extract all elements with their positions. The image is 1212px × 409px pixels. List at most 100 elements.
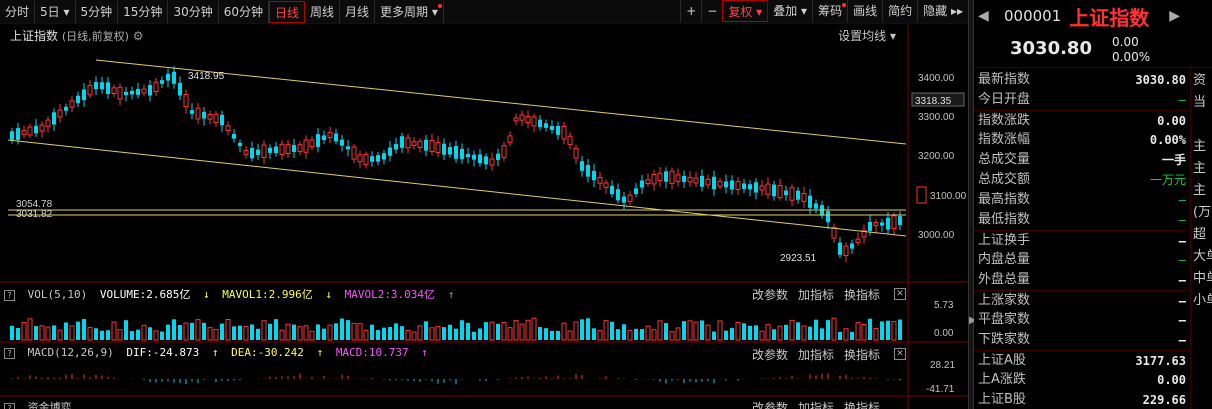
volume-bar (346, 320, 350, 340)
volume-bar (489, 321, 495, 341)
volume-bar (195, 319, 201, 341)
side-label: 主 (1193, 183, 1207, 198)
help-icon[interactable]: ? (4, 290, 15, 301)
candle-body (808, 195, 812, 208)
volume-bar (394, 323, 398, 340)
candle-body (16, 128, 20, 140)
volume-bar (100, 330, 104, 340)
switch-indicator-button[interactable]: 换指标 (844, 399, 880, 409)
volume-bar (442, 327, 446, 340)
price-tick: 3000.00 (918, 230, 955, 241)
help-icon[interactable]: ? (4, 348, 15, 359)
side-label: 当 (1193, 95, 1207, 110)
zoom-in-button[interactable]: + (680, 0, 701, 22)
add-indicator-button[interactable]: 加指标 (798, 286, 834, 303)
candle-body (316, 134, 320, 147)
candle-body (801, 192, 807, 202)
candle-body (724, 181, 728, 188)
draw-line-button[interactable]: 画线 (847, 0, 882, 22)
volume-bar (645, 325, 651, 341)
price-tick: 3400.00 (918, 73, 955, 84)
candle-body (340, 139, 344, 146)
prev-arrow-icon[interactable]: ◀ (978, 8, 998, 24)
quote-row-label: 最高指数 (978, 192, 1031, 207)
add-indicator-button[interactable]: 加指标 (798, 399, 834, 409)
volume-bar (466, 322, 470, 340)
quote-row-label: 平盘家数 (978, 312, 1031, 327)
more-periods-menu[interactable]: 更多周期 ▾ (375, 0, 444, 23)
quote-row: 最高指数 — (974, 190, 1190, 210)
period-tab-15min[interactable]: 15分钟 (118, 0, 169, 23)
volume-bar (700, 320, 704, 340)
hide-button[interactable]: 隐藏 ▸▸ (917, 0, 968, 22)
switch-indicator-button[interactable]: 换指标 (844, 286, 880, 303)
quote-row-value: — (1178, 313, 1186, 327)
price-tick: 3300.00 (918, 112, 955, 123)
period-tab-monthly[interactable]: 月线 (340, 0, 376, 23)
volume-bar (268, 323, 272, 340)
volume-bar (610, 321, 614, 340)
period-tab-fenshi[interactable]: 分时 (0, 0, 36, 23)
simple-mode-button[interactable]: 简约 (882, 0, 917, 22)
side-label: 中单 (1193, 271, 1212, 286)
volume-bar (64, 322, 68, 340)
volume-bar (16, 328, 20, 340)
candle-body (274, 146, 278, 153)
change-params-button[interactable]: 改参数 (752, 346, 788, 363)
change-params-button[interactable]: 改参数 (752, 399, 788, 409)
overlay-menu[interactable]: 叠加 ▾ (767, 0, 812, 22)
period-tab-30min[interactable]: 30分钟 (168, 0, 219, 23)
volume-bar (801, 325, 807, 341)
quote-row-label: 指数涨幅 (978, 132, 1031, 147)
chips-button[interactable]: 筹码 (812, 0, 847, 22)
volume-bar (94, 328, 98, 340)
volume-bar (478, 328, 482, 340)
arrow-down-icon: ↓ (202, 288, 210, 301)
fuquan-menu[interactable]: 复权 ▾ (722, 0, 768, 22)
volume-bar (640, 328, 644, 340)
candle-body (556, 125, 560, 135)
next-arrow-icon[interactable]: ▶ (1169, 8, 1189, 24)
volume-bar (814, 319, 818, 340)
volume-bar (772, 329, 776, 340)
candle-body (27, 126, 33, 136)
price-change: 0.00 (1112, 35, 1139, 49)
close-icon[interactable]: ✕ (894, 348, 906, 360)
candle-body (220, 114, 224, 126)
volume-bar (411, 331, 417, 341)
candle-body (742, 183, 746, 189)
volume-bar (232, 326, 236, 340)
help-icon[interactable]: ? (4, 403, 15, 409)
chevron-down-icon: ▾ (431, 4, 438, 19)
volume-bar (519, 323, 525, 341)
volume-bar (484, 322, 488, 340)
candle-body (334, 133, 338, 142)
candle-body (627, 194, 633, 203)
close-icon[interactable]: ✕ (894, 288, 906, 300)
candle-body (376, 155, 380, 162)
quote-row-value: 0.00 (1157, 114, 1186, 128)
volume-bar (850, 331, 854, 340)
period-tab-60min[interactable]: 60分钟 (219, 0, 269, 23)
period-tab-5min[interactable]: 5分钟 (76, 0, 119, 23)
change-params-button[interactable]: 改参数 (752, 286, 788, 303)
volume-bar (303, 325, 309, 341)
volume-bar (634, 328, 638, 340)
volume-bars (10, 317, 902, 341)
switch-indicator-button[interactable]: 换指标 (844, 346, 880, 363)
period-tab-5day[interactable]: 5日 ▾ (35, 0, 76, 23)
period-tab-weekly[interactable]: 周线 (305, 0, 341, 23)
zoom-out-button[interactable]: − (701, 0, 722, 22)
volume-indicator-name: VOL(5,10) (27, 288, 88, 301)
macd-indicator-name: MACD(12,26,9) (27, 346, 114, 359)
volume-bar (831, 317, 837, 341)
candle-body (603, 182, 609, 188)
volume-bar (111, 321, 117, 341)
candle-body (814, 203, 818, 209)
candle-body (243, 150, 249, 156)
period-tab-daily[interactable]: 日线 (269, 0, 306, 23)
add-indicator-button[interactable]: 加指标 (798, 346, 834, 363)
candle-body (538, 119, 542, 128)
double-chevron-right-icon: ▸▸ (950, 4, 963, 18)
quote-row-value: 0.00% (1149, 133, 1186, 147)
